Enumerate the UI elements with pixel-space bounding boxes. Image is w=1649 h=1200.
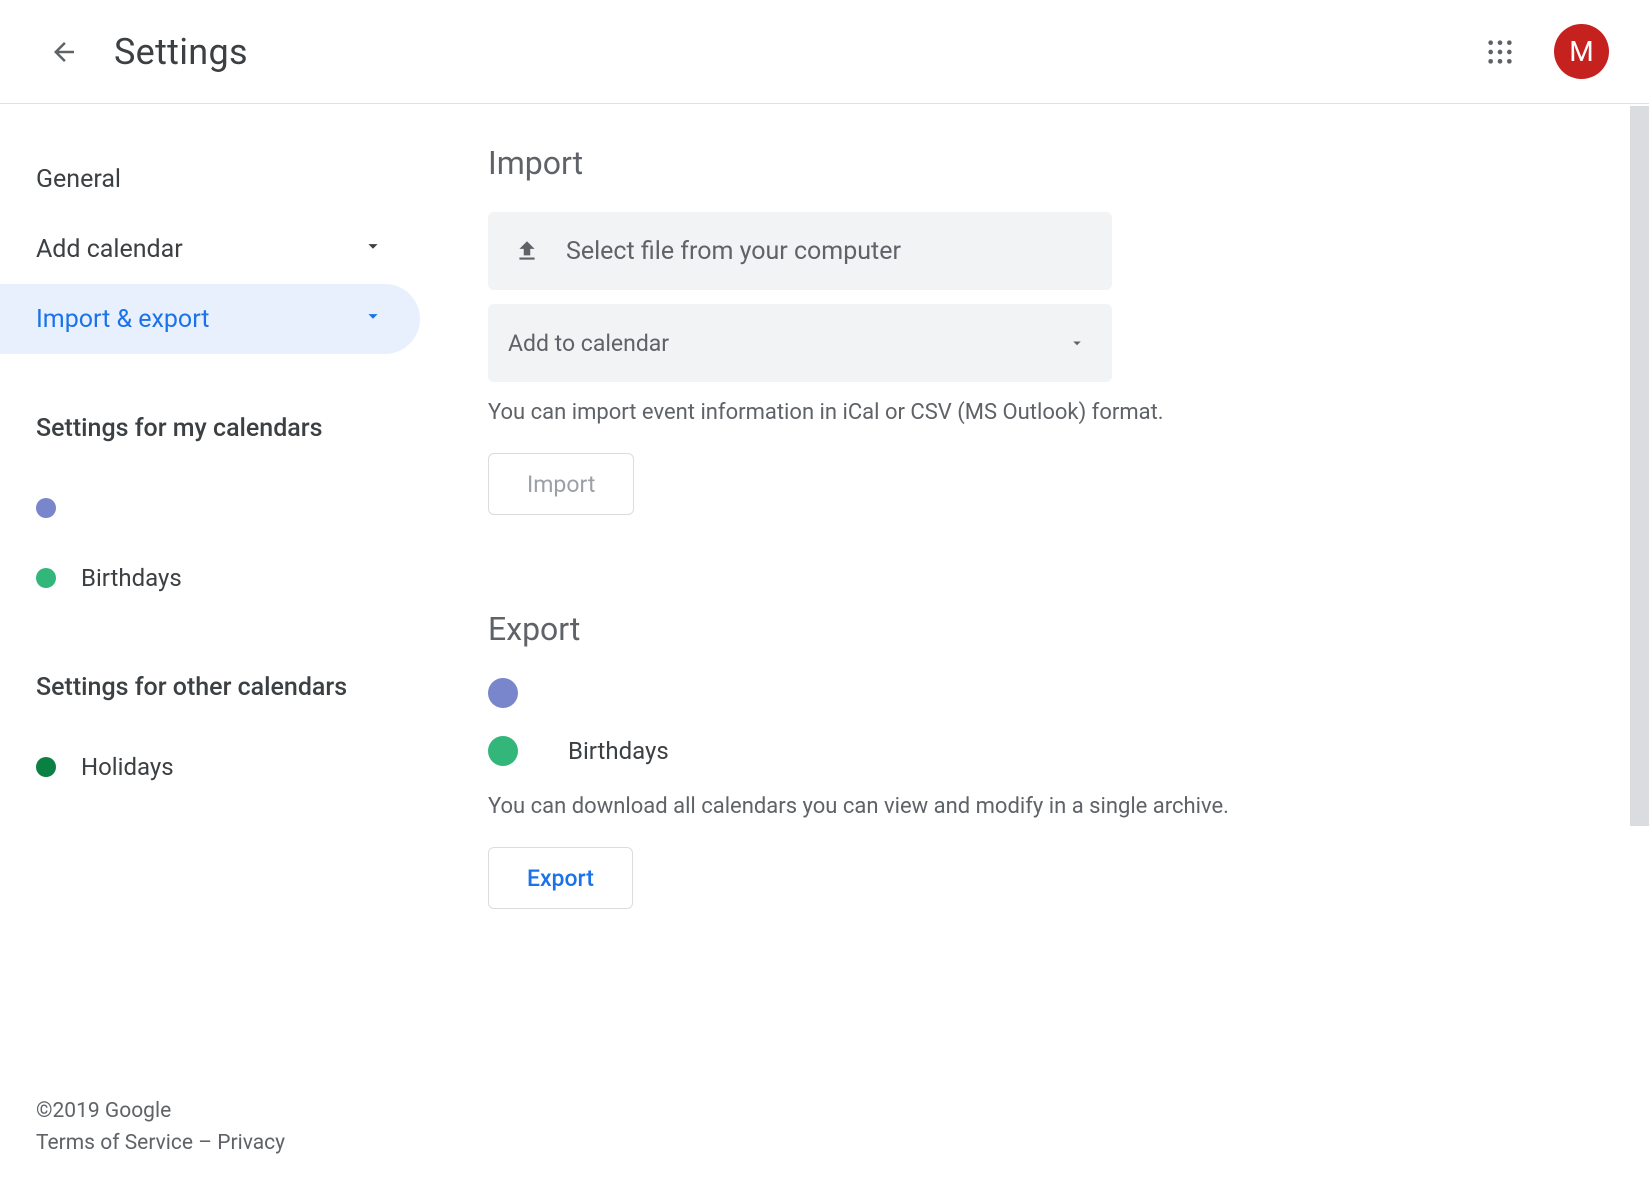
sidebar-footer: ©2019 Google Terms of Service – Privacy (0, 1095, 420, 1200)
calendar-color-dot (36, 757, 56, 777)
select-file-label: Select file from your computer (566, 237, 901, 266)
footer-separator: – (193, 1131, 217, 1155)
import-title: Import (488, 144, 1569, 182)
export-help-text: You can download all calendars you can v… (488, 794, 1248, 819)
header-right: M (1482, 24, 1609, 79)
arrow-left-icon (49, 37, 79, 67)
my-calendars-heading: Settings for my calendars (0, 414, 420, 443)
other-calendars-heading: Settings for other calendars (0, 673, 420, 702)
my-calendar-item[interactable] (0, 473, 420, 543)
import-button[interactable]: Import (488, 453, 634, 515)
my-calendar-item[interactable]: Birthdays (0, 543, 420, 613)
other-calendar-item[interactable]: Holidays (0, 732, 420, 802)
select-file-button[interactable]: Select file from your computer (488, 212, 1112, 290)
add-to-calendar-dropdown[interactable]: Add to calendar (488, 304, 1112, 382)
main-content: Import Select file from your computer Ad… (420, 104, 1649, 1200)
sidebar-item-add-calendar[interactable]: Add calendar (0, 214, 420, 284)
calendar-color-dot (36, 498, 56, 518)
add-to-calendar-label: Add to calendar (508, 330, 669, 357)
export-button[interactable]: Export (488, 847, 633, 909)
calendar-label: Holidays (81, 753, 174, 781)
import-help-text: You can import event information in iCal… (488, 400, 1168, 425)
calendar-label: Birthdays (81, 564, 182, 592)
export-calendar-row: Birthdays (488, 736, 1569, 766)
account-avatar[interactable]: M (1554, 24, 1609, 79)
back-button[interactable] (40, 28, 88, 76)
scrollbar[interactable] (1630, 106, 1649, 826)
sidebar-item-general[interactable]: General (0, 144, 420, 214)
calendar-color-dot (36, 568, 56, 588)
calendar-label: Birthdays (568, 737, 669, 765)
google-apps-button[interactable] (1482, 34, 1518, 70)
apps-grid-icon (1486, 38, 1514, 66)
terms-link[interactable]: Terms of Service (36, 1131, 193, 1155)
export-title: Export (488, 610, 1569, 648)
chevron-down-icon (362, 305, 384, 334)
sidebar-item-label: Add calendar (36, 235, 183, 264)
dropdown-arrow-icon (1068, 334, 1086, 352)
sidebar: General Add calendar Import & export Set… (0, 104, 420, 1200)
export-calendar-row (488, 678, 1569, 708)
chevron-down-icon (362, 235, 384, 264)
copyright-text: ©2019 Google (36, 1095, 384, 1128)
privacy-link[interactable]: Privacy (217, 1131, 285, 1155)
calendar-color-dot (488, 678, 518, 708)
header: Settings M (0, 0, 1649, 104)
sidebar-item-label: General (36, 165, 121, 194)
sidebar-item-import-export[interactable]: Import & export (0, 284, 420, 354)
upload-icon (514, 238, 540, 264)
page-title: Settings (114, 31, 248, 73)
sidebar-item-label: Import & export (36, 305, 209, 334)
calendar-color-dot (488, 736, 518, 766)
